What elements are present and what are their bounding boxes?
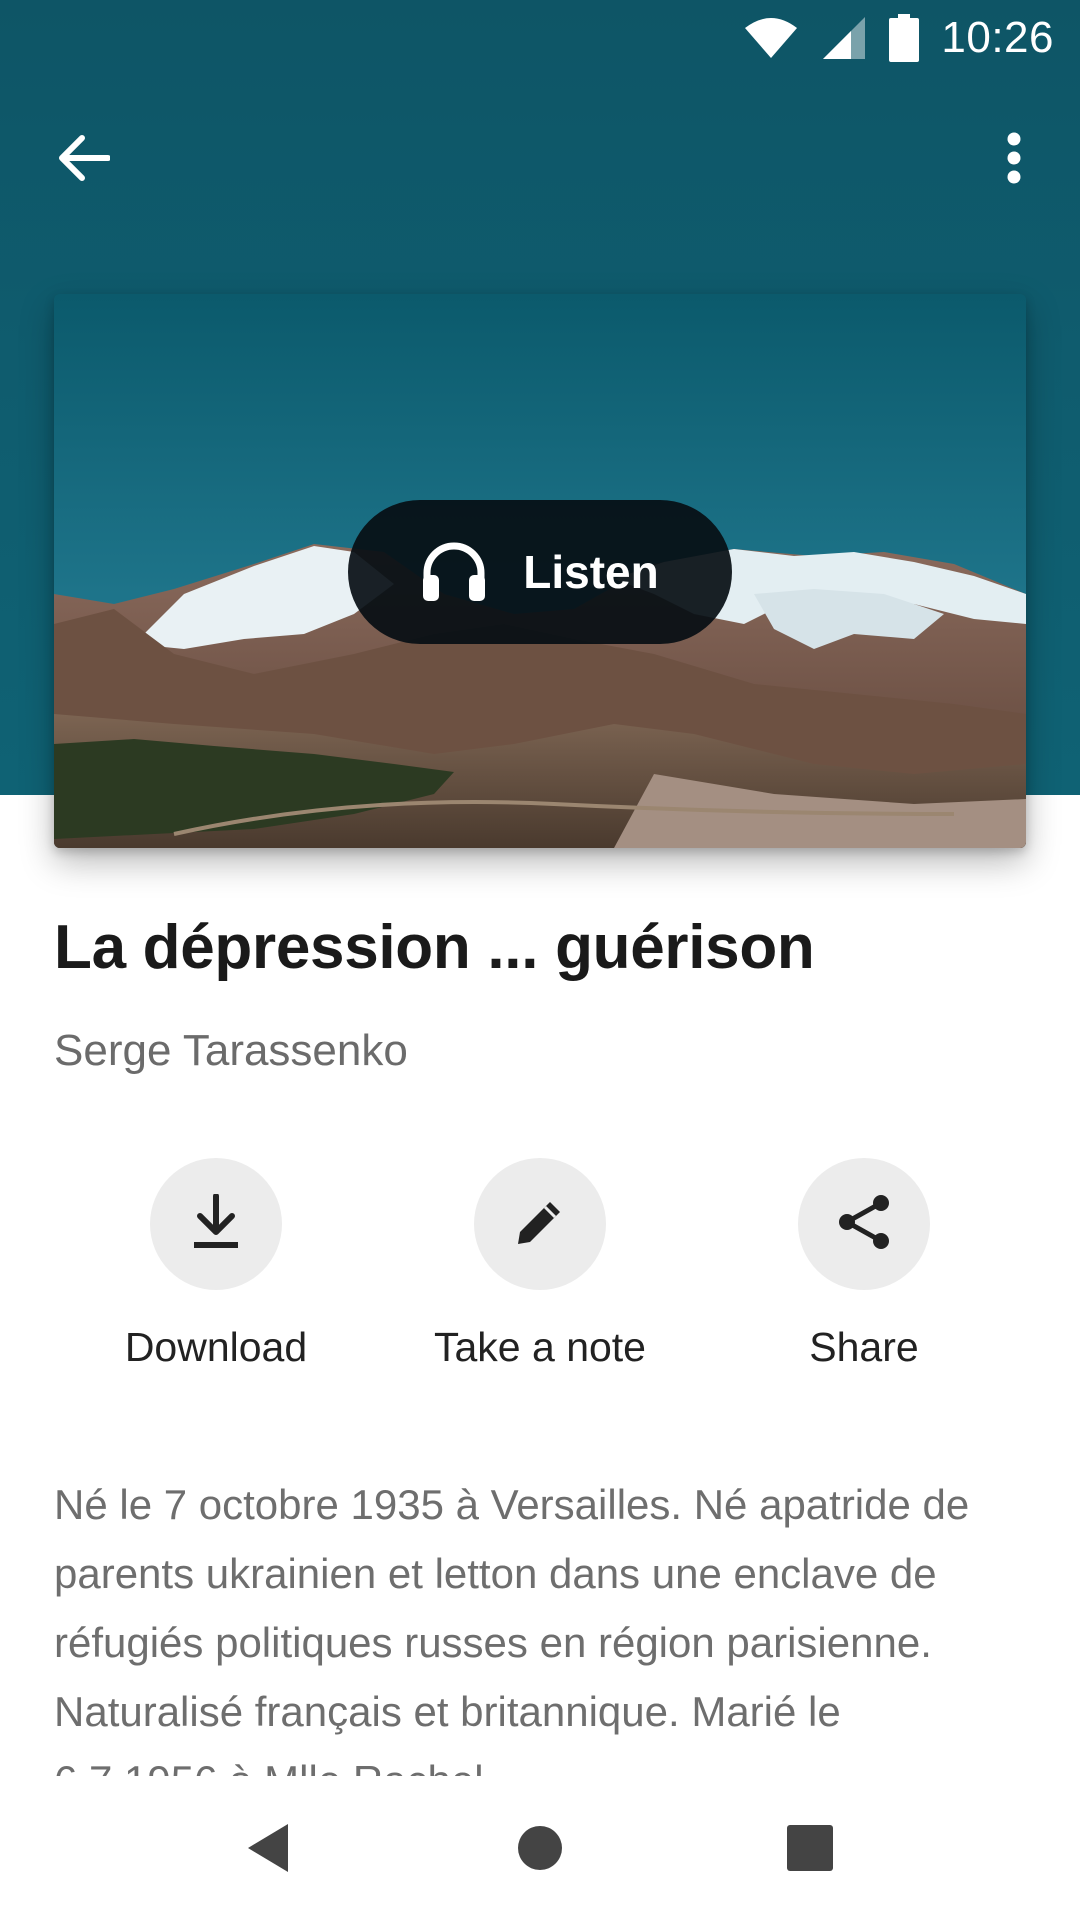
status-time: 10:26 — [941, 13, 1054, 62]
nav-home-button[interactable] — [490, 1800, 590, 1900]
more-vert-icon — [1006, 132, 1022, 188]
share-icon — [835, 1193, 893, 1255]
wifi-icon — [743, 16, 799, 60]
download-button[interactable]: Download — [56, 1158, 376, 1371]
listen-button[interactable]: Listen — [348, 500, 732, 644]
share-button-circle[interactable] — [798, 1158, 930, 1290]
nav-recents-icon — [787, 1825, 833, 1875]
nav-home-icon — [517, 1825, 563, 1875]
nav-back-icon — [244, 1822, 292, 1878]
book-author: Serge Tarassenko — [54, 1026, 408, 1075]
more-options-button[interactable] — [984, 120, 1044, 200]
download-icon — [192, 1193, 240, 1254]
battery-icon — [889, 14, 920, 62]
book-description: Né le 7 octobre 1935 à Versailles. Né ap… — [54, 1481, 970, 1776]
listen-label: Listen — [523, 546, 659, 598]
back-button[interactable] — [44, 120, 124, 200]
book-detail-screen: 10:26 Listen La dépression ... guérison … — [0, 0, 1080, 1920]
pencil-icon — [514, 1196, 566, 1252]
signal-icon — [821, 15, 867, 61]
headphones-icon — [421, 541, 487, 603]
take-note-button-circle[interactable] — [474, 1158, 606, 1290]
share-button[interactable]: Share — [704, 1158, 1024, 1371]
status-bar: 10:26 — [0, 0, 1080, 76]
arrow-back-icon — [58, 134, 111, 186]
share-label: Share — [809, 1324, 919, 1370]
book-title: La dépression ... guérison — [54, 913, 815, 982]
app-bar — [0, 100, 1080, 212]
download-button-circle[interactable] — [150, 1158, 282, 1290]
take-note-button[interactable]: Take a note — [380, 1158, 700, 1371]
description-container[interactable]: Né le 7 octobre 1935 à Versailles. Né ap… — [54, 1470, 1014, 1776]
download-label: Download — [124, 1324, 308, 1370]
navigation-bar — [0, 1776, 1080, 1920]
nav-recents-button[interactable] — [760, 1800, 860, 1900]
take-note-label: Take a note — [434, 1324, 646, 1370]
action-row: Download Take a note Share — [0, 1158, 1080, 1378]
nav-back-button[interactable] — [218, 1800, 318, 1900]
